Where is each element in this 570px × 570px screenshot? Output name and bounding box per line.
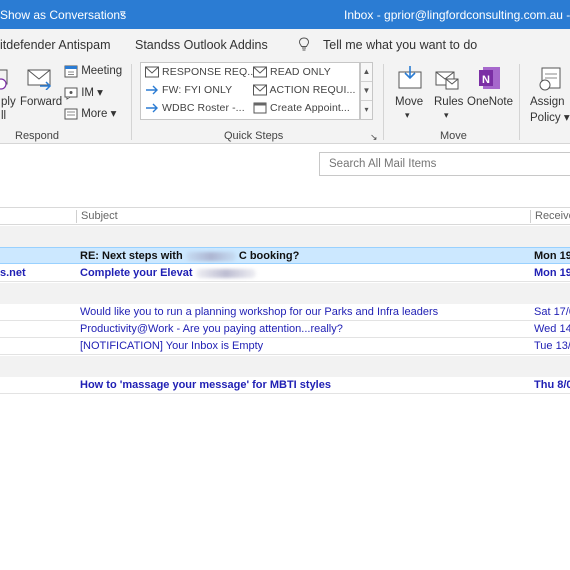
- message-list-header: Subject Receive: [0, 207, 570, 225]
- quick-steps-group-label: Quick Steps: [224, 130, 284, 142]
- quick-step-create-appointment[interactable]: Create Appoint...: [253, 102, 350, 114]
- meeting-button[interactable]: Meeting: [64, 64, 122, 78]
- forward-mail-icon: [27, 69, 52, 91]
- column-received[interactable]: Receive: [535, 210, 570, 222]
- message-subject: [NOTIFICATION] Your Inbox is Empty: [80, 340, 264, 352]
- message-from: s.net: [0, 267, 26, 279]
- window-title: Inbox - gprior@lingfordconsulting.com.au…: [344, 8, 570, 22]
- ribbon-separator: [383, 64, 384, 140]
- message-subject: Would like you to run a planning worksho…: [80, 306, 439, 318]
- reply-all-icon: [0, 69, 8, 90]
- search-box[interactable]: [319, 152, 570, 176]
- quick-step-action-required[interactable]: ACTION REQUI...: [253, 84, 356, 96]
- expand-gallery-icon[interactable]: ▾: [361, 101, 372, 120]
- envelope-icon: [253, 66, 267, 78]
- quick-steps-gallery: RESPONSE REQ... READ ONLY FW: FYI ONLY A…: [140, 62, 360, 120]
- search-input[interactable]: [320, 153, 570, 175]
- tell-me-search[interactable]: Tell me what you want to do: [323, 38, 477, 52]
- quick-step-fw-fyi-only[interactable]: FW: FYI ONLY: [145, 84, 232, 96]
- message-received: Mon 19: [534, 267, 570, 279]
- forward-button[interactable]: Forward: [20, 64, 62, 108]
- table-row[interactable]: Would like you to run a planning worksho…: [0, 304, 570, 321]
- move-button[interactable]: Move ▾: [392, 64, 428, 120]
- message-received: Mon 19: [534, 250, 570, 262]
- scroll-up-icon[interactable]: ▲: [361, 63, 372, 82]
- message-received: Wed 14,: [534, 323, 570, 335]
- quick-step-response-required[interactable]: RESPONSE REQ...: [145, 66, 256, 78]
- forward-arrow-icon: [146, 103, 158, 113]
- ribbon-separator: [131, 64, 132, 140]
- tab-standss-outlook-addins[interactable]: Standss Outlook Addins: [135, 38, 268, 52]
- ribbon-tabs: itdefender Antispam Standss Outlook Addi…: [0, 29, 570, 60]
- show-as-conversations-toggle[interactable]: Show as Conversations: [0, 8, 126, 22]
- envelope-icon: [253, 84, 267, 96]
- quick-access-dropdown-icon[interactable]: ▿: [120, 7, 126, 20]
- column-divider[interactable]: [530, 210, 531, 223]
- onenote-icon: N: [479, 67, 500, 89]
- im-button[interactable]: IM ▾: [64, 85, 103, 100]
- scroll-down-icon[interactable]: ▼: [361, 82, 372, 101]
- reply-all-button[interactable]: ply ll: [0, 64, 18, 122]
- message-subject: Productivity@Work - Are you paying atten…: [80, 323, 343, 335]
- ribbon-separator: [519, 64, 520, 140]
- table-row[interactable]: How to 'massage your message' for MBTI s…: [0, 377, 570, 394]
- group-header[interactable]: [0, 283, 570, 305]
- rules-button[interactable]: Rules ▾: [432, 64, 464, 120]
- respond-group-label: Respond: [15, 130, 60, 142]
- assign-policy-button[interactable]: Assign Policy ▾: [528, 64, 570, 124]
- rules-icon: [435, 71, 459, 90]
- more-icon: [64, 108, 78, 120]
- tab-bitdefender-antispam[interactable]: itdefender Antispam: [0, 38, 111, 52]
- envelope-icon: [145, 66, 159, 78]
- group-header[interactable]: [0, 226, 570, 248]
- lightbulb-icon: [298, 37, 310, 51]
- move-group-label: Move: [440, 130, 467, 142]
- message-subject: Complete your Elevat: [80, 267, 256, 279]
- im-icon: [64, 87, 78, 100]
- calendar-icon: [64, 65, 78, 78]
- table-row[interactable]: s.net Complete your Elevat Mon 19: [0, 265, 570, 282]
- message-received: Sat 17/0: [534, 306, 570, 318]
- svg-text:N: N: [482, 74, 490, 86]
- message-subject: How to 'massage your message' for MBTI s…: [80, 379, 331, 391]
- column-divider[interactable]: [76, 210, 77, 223]
- quick-step-read-only[interactable]: READ ONLY: [253, 66, 331, 78]
- column-subject[interactable]: Subject: [81, 210, 118, 222]
- policy-icon: [539, 67, 561, 91]
- more-respond-button[interactable]: More ▾: [64, 106, 116, 121]
- table-row[interactable]: RE: Next steps with C booking? Mon 19: [0, 247, 570, 264]
- table-row[interactable]: Productivity@Work - Are you paying atten…: [0, 321, 570, 338]
- move-folder-icon: [398, 66, 422, 89]
- quick-steps-dialog-launcher-icon[interactable]: ↘: [370, 132, 378, 143]
- message-received: Tue 13/0: [534, 340, 570, 352]
- message-subject: RE: Next steps with C booking?: [80, 250, 300, 262]
- ribbon: ply ll Forward Meeting IM ▾ More ▾ Respo…: [0, 60, 570, 144]
- quick-step-wdbc-roster[interactable]: WDBC Roster -...: [145, 102, 245, 114]
- onenote-button[interactable]: N OneNote: [467, 64, 513, 108]
- message-received: Thu 8/0: [534, 379, 570, 391]
- quick-steps-scroll: ▲ ▼ ▾: [360, 62, 373, 120]
- group-header[interactable]: [0, 356, 570, 378]
- forward-arrow-icon: [146, 85, 158, 95]
- calendar-icon: [253, 102, 267, 114]
- title-bar: Show as Conversations ▿ Inbox - gprior@l…: [0, 0, 570, 29]
- table-row[interactable]: [NOTIFICATION] Your Inbox is Empty Tue 1…: [0, 338, 570, 355]
